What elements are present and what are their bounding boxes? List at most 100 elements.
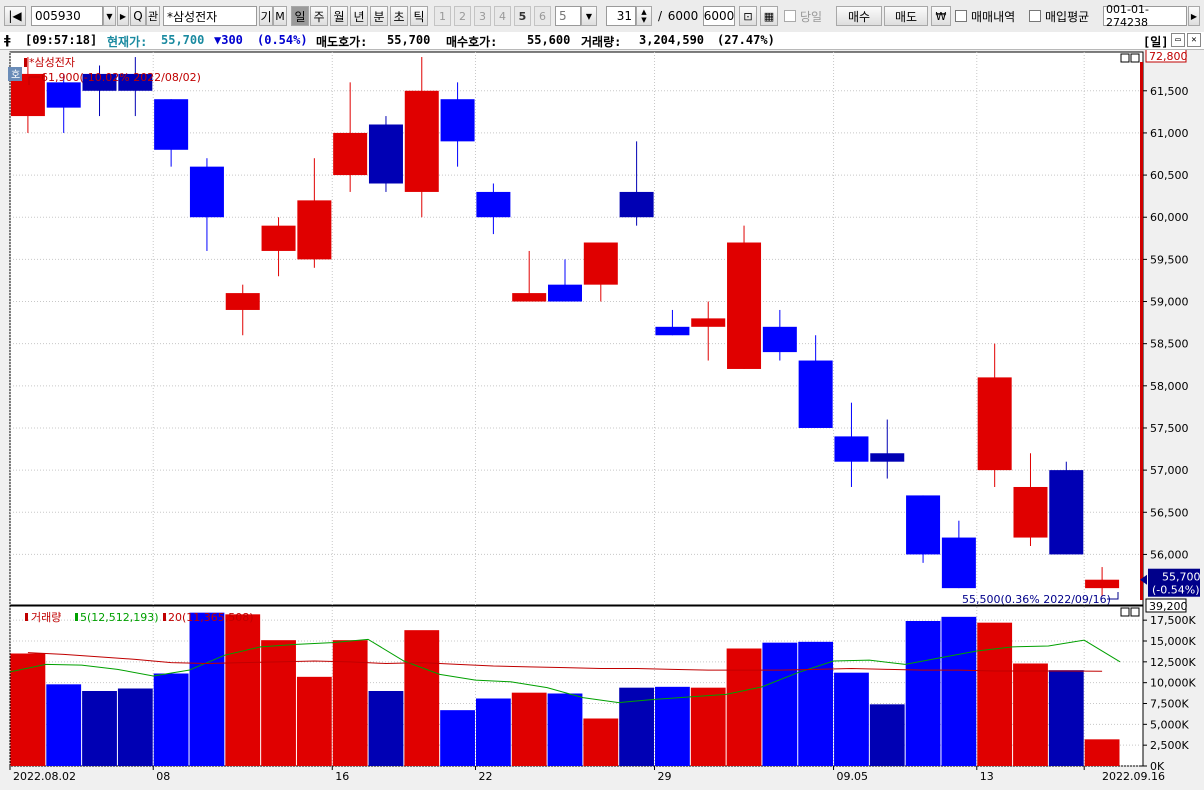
account-select[interactable]: 001-01-274238 — [1103, 3, 1187, 29]
avg-price-label: 매입평균 — [1045, 9, 1090, 24]
price-tick-label: 61,000 — [1150, 127, 1189, 140]
volume-bar — [46, 684, 82, 766]
bid-price-value: 55,600 — [527, 33, 571, 47]
search-icon: Q — [133, 9, 143, 23]
interval-3-button[interactable]: 3 — [474, 6, 491, 26]
sell-button[interactable]: 매도 — [884, 6, 928, 26]
volume-bar — [869, 704, 905, 766]
candle-body — [333, 132, 368, 176]
candle-body — [548, 284, 582, 302]
stock-code-input[interactable]: 005930 — [31, 6, 103, 26]
price-pane-restore-button[interactable] — [1120, 53, 1130, 63]
volume-pane-restore-button[interactable] — [1120, 607, 1130, 617]
ma5-legend: 5(12,512,193) — [80, 611, 159, 624]
save-chart-button[interactable]: ▦ — [760, 6, 778, 26]
trade-history-checkbox[interactable] — [955, 10, 967, 22]
interval-5-button[interactable]: 5 — [514, 6, 531, 26]
period-minute-button[interactable]: 분 — [370, 6, 388, 26]
period-tick-button[interactable]: 틱 — [410, 6, 428, 26]
next-code-button[interactable]: ▶ — [117, 6, 129, 26]
volume-bar — [1048, 670, 1084, 766]
candle-body — [1013, 486, 1048, 538]
stock-chart[interactable]: 61,500 61,000 60,500 60,000 59,500 59,000 58,5… — [0, 50, 1204, 790]
account-next-button[interactable]: ▶ — [1188, 6, 1200, 26]
volume-bar — [296, 676, 332, 766]
volume-bar — [261, 640, 296, 766]
candle-body — [189, 166, 224, 218]
axis-bottom-label: 39,200 — [1149, 600, 1188, 613]
chart-settings-button[interactable]: ⊡ — [739, 6, 757, 26]
volume-bar — [511, 692, 547, 766]
candle-body — [834, 436, 869, 462]
avg-price-checkbox[interactable] — [1029, 10, 1041, 22]
price-tick-label: 57,000 — [1150, 464, 1189, 477]
date-tick-label: 29 — [658, 770, 672, 783]
quote-time: [09:57:18] — [25, 33, 98, 47]
date-tick-label: 2022.09.16 — [1102, 770, 1165, 783]
volume-pct: (27.47%) — [717, 33, 775, 47]
price-tick-label: 59,000 — [1150, 296, 1189, 309]
period-second-button[interactable]: 초 — [390, 6, 408, 26]
price-change: ▼300 — [214, 33, 243, 47]
count-input[interactable]: 31 — [606, 6, 636, 26]
m-button[interactable]: M — [273, 6, 287, 26]
price-tick-label: 58,500 — [1150, 338, 1189, 351]
candle-body — [1085, 579, 1120, 589]
price-tick-label: 56,500 — [1150, 506, 1189, 519]
won-button[interactable]: ₩ — [931, 6, 951, 26]
first-record-button[interactable]: |◀ — [4, 6, 26, 26]
close-icon: ✕ — [1191, 35, 1197, 45]
chevron-down-icon: ▼ — [585, 11, 593, 21]
quote-badge-label: 호 — [11, 69, 20, 81]
interval-2-button[interactable]: 2 — [454, 6, 471, 26]
volume-legend-marker — [25, 613, 28, 621]
pin-icon[interactable]: ǂ — [4, 33, 11, 47]
trade-history-label: 매매내역 — [971, 9, 1016, 24]
count-total-input[interactable]: 6000 — [703, 6, 735, 26]
related-button[interactable]: 관 — [146, 6, 160, 26]
trade-history-option[interactable]: 매매내역 — [955, 6, 1025, 26]
avg-price-option[interactable]: 매입평균 — [1029, 6, 1101, 26]
price-tick-label: 59,500 — [1150, 253, 1189, 266]
volume-pane-close-button[interactable] — [1130, 607, 1140, 617]
today-option[interactable]: 당일 — [784, 6, 828, 26]
current-price-value: 55,700 — [161, 33, 205, 47]
search-button[interactable]: Q — [130, 6, 146, 26]
volume-bar — [583, 718, 619, 766]
volume-bar — [368, 691, 404, 766]
interval-1-button[interactable]: 1 — [434, 6, 451, 26]
period-year-button[interactable]: 년 — [350, 6, 368, 26]
interval-select[interactable]: 5 — [555, 6, 581, 26]
volume-bar — [117, 688, 153, 766]
min-annotation: 55,500(0.36% 2022/09/16) — [962, 593, 1111, 606]
volume-bar — [332, 640, 368, 766]
restore-window-button[interactable]: ▭ — [1171, 33, 1185, 47]
interval-6-button[interactable]: 6 — [534, 6, 551, 26]
interval-4-button[interactable]: 4 — [494, 6, 511, 26]
today-checkbox[interactable] — [784, 10, 796, 22]
volume-bar — [941, 616, 977, 766]
date-tick-label: 13 — [980, 770, 994, 783]
period-month-button[interactable]: 월 — [330, 6, 348, 26]
candle-body — [870, 453, 905, 462]
candle-body — [798, 360, 833, 428]
volume-bar — [834, 672, 869, 766]
close-window-button[interactable]: ✕ — [1187, 33, 1201, 47]
period-day-button[interactable]: 일 — [291, 6, 309, 26]
ask-price-label: 매도호가: — [316, 35, 368, 49]
candle-body — [906, 495, 941, 555]
period-week-button[interactable]: 주 — [310, 6, 328, 26]
count-total: 6000 — [667, 9, 699, 23]
gi-button[interactable]: 기 — [259, 6, 273, 26]
interval-dropdown-button[interactable]: ▼ — [581, 6, 597, 26]
buy-button[interactable]: 매수 — [836, 6, 882, 26]
count-spinner[interactable]: ▲ ▼ — [636, 6, 652, 26]
volume-bar — [189, 612, 225, 766]
price-tick-label: 58,000 — [1150, 380, 1189, 393]
code-dropdown-button[interactable]: ▼ — [103, 6, 116, 26]
volume-bar — [404, 630, 440, 766]
candle-body — [655, 326, 690, 336]
price-pane-close-button[interactable] — [1130, 53, 1140, 63]
volume-bar — [905, 621, 941, 766]
skip-start-icon: |◀ — [8, 9, 22, 23]
